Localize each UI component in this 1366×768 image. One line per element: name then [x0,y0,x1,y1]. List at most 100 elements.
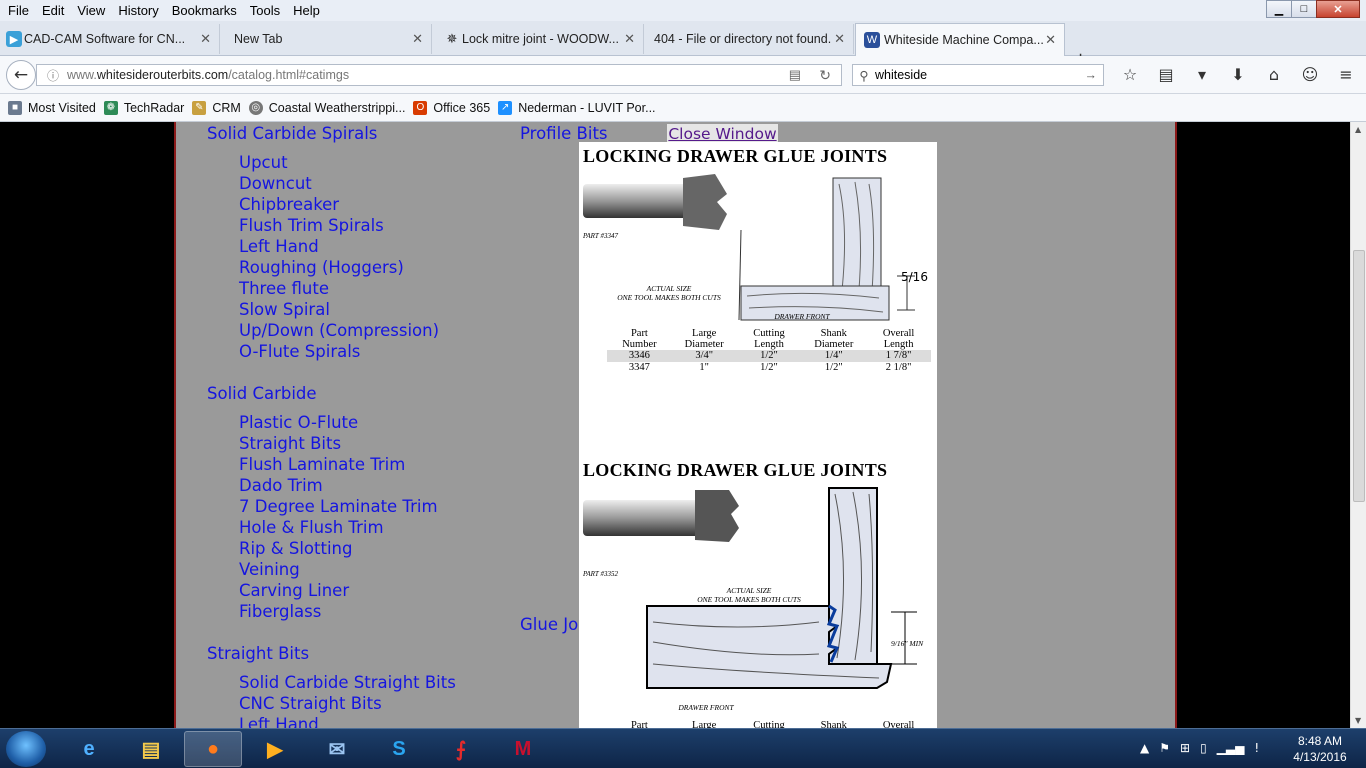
catalog-subcategory-link[interactable]: Slow Spiral [239,300,330,319]
catalog-subcategory-link[interactable]: Carving Liner [239,581,349,600]
start-button[interactable] [6,731,46,767]
url-bar[interactable]: ⓘ www.whitesiderouterbits.com/catalog.ht… [36,64,842,86]
file-explorer-icon[interactable]: ▤ [122,731,180,767]
action-center-icon[interactable]: ⚑ [1159,741,1170,755]
catalog-subcategory-link[interactable]: Dado Trim [239,476,323,495]
catalog-subcategory-link[interactable]: Flush Laminate Trim [239,455,405,474]
tab-woodworking[interactable]: ✵ Lock mitre joint - WOODW... ✕ [440,24,644,54]
info-icon[interactable]: ⓘ [39,67,67,84]
search-input[interactable]: ⚲ whiteside → [852,64,1104,86]
catalog-subcategory-link[interactable]: O-Flute Spirals [239,342,360,361]
table-header: Large [692,720,717,728]
scroll-down-icon[interactable]: ▼ [1355,716,1361,725]
tray-expand-icon[interactable]: ▲ [1140,741,1149,755]
catalog-subcategory-link[interactable]: Solid Carbide Straight Bits [239,673,456,692]
catalog-subcategory-link[interactable]: Flush Trim Spirals [239,216,384,235]
vertical-scrollbar[interactable]: ▲ ▼ [1350,122,1366,728]
tab-title: Whiteside Machine Compa... [884,33,1044,47]
skype-icon[interactable]: S [370,731,428,767]
volume-icon[interactable]: ! [1254,741,1259,755]
catalog-subcategory-link[interactable]: Straight Bits [239,434,341,453]
bookmark-crm[interactable]: ✎ CRM [192,100,241,115]
catalog-subcategory-link[interactable]: Fiberglass [239,602,321,621]
maximize-button[interactable]: □ [1291,0,1317,18]
bookmark-icon: ↗ [498,100,513,115]
tab-404[interactable]: 404 - File or directory not found. ✕ [644,24,854,54]
catalog-subcategory-link[interactable]: Chipbreaker [239,195,339,214]
menu-edit[interactable]: Edit [37,3,69,18]
mcafee-icon[interactable]: M [494,731,552,767]
catalog-category-link[interactable]: Straight Bits [207,644,309,663]
catalog-subcategory-link[interactable]: Three flute [239,279,329,298]
back-arrow-icon[interactable]: ← [6,60,36,90]
tab-cad-cam[interactable]: ▶ CAD-CAM Software for CN... ✕ [2,24,220,54]
catalog-subcategory-link[interactable]: CNC Straight Bits [239,694,382,713]
star-icon[interactable]: ☆ [1112,65,1148,84]
close-window-button[interactable]: ✕ [1316,0,1360,18]
thunderbird-icon[interactable]: ✉ [308,731,366,767]
close-tab-icon[interactable]: ✕ [624,31,635,47]
download-icon[interactable]: ⬇ [1220,65,1256,84]
network-icon[interactable]: ▁▃▅ [1217,741,1245,755]
actual-size-label: ACTUAL SIZE [646,284,692,293]
close-tab-icon[interactable]: ✕ [412,31,423,47]
catalog-subcategory-link[interactable]: Upcut [239,153,288,172]
device-icon[interactable]: ▯ [1200,741,1207,755]
close-tab-icon[interactable]: ✕ [1045,32,1056,48]
catalog-subcategory-link[interactable]: Rip & Slotting [239,539,353,558]
close-tab-icon[interactable]: ✕ [200,31,211,47]
bookmark-coastal[interactable]: ◎ Coastal Weatherstrippi... [248,100,405,115]
menu-history[interactable]: History [113,3,163,18]
catalog-subcategory-link[interactable]: Plastic O-Flute [239,413,358,432]
catalog-category-link[interactable]: Solid Carbide Spirals [207,124,377,143]
header-line: Large [692,328,717,339]
header-line: Length [883,339,914,350]
catalog-subcategory-link[interactable]: Left Hand [239,237,319,256]
media-player-icon[interactable]: ▶ [246,731,304,767]
url-text: www.whitesiderouterbits.com/catalog.html… [67,68,350,82]
search-go-icon[interactable]: → [1085,68,1098,82]
menu-bookmarks[interactable]: Bookmarks [167,3,242,18]
catalog-subcategory-link[interactable]: Roughing (Hoggers) [239,258,404,277]
chat-icon[interactable]: ☺ [1292,65,1328,84]
category-profile-bits[interactable]: Profile Bits [520,124,608,143]
catalog-subcategory-link[interactable]: Downcut [239,174,312,193]
catalog-subcategory-link[interactable]: Hole & Flush Trim [239,518,384,537]
bookmark-most-visited[interactable]: ■ Most Visited [8,100,96,115]
catalog-subcategory-link[interactable]: 7 Degree Laminate Trim [239,497,438,516]
pocket-icon[interactable]: ▾ [1184,65,1220,84]
menu-tools[interactable]: Tools [245,3,285,18]
tab-new[interactable]: New Tab ✕ [220,24,432,54]
category-glue-joints[interactable]: Glue Jo [520,615,578,634]
reader-view-icon[interactable]: ▤ [789,67,801,83]
firefox-icon[interactable]: ● [184,731,242,767]
bookmark-techradar[interactable]: ❁ TechRadar [103,100,184,115]
close-tab-icon[interactable]: ✕ [834,31,845,47]
catalog-category-link[interactable]: Solid Carbide [207,384,317,403]
catalog-subcategory-link[interactable]: Left Hand [239,715,319,728]
bookmark-office365[interactable]: O Office 365 [413,100,490,115]
catalog-subcategory-link[interactable]: Up/Down (Compression) [239,321,439,340]
minimize-button[interactable]: ▁ [1266,0,1292,18]
menu-help[interactable]: Help [288,3,325,18]
bookmark-nederman[interactable]: ↗ Nederman - LUVIT Por... [498,100,656,115]
close-window-link[interactable]: Close Window [667,124,778,144]
hamburger-menu-icon[interactable]: ≡ [1328,65,1364,84]
reading-list-icon[interactable]: ▤ [1148,65,1184,84]
home-icon[interactable]: ⌂ [1256,65,1292,84]
catalog-subcategory-link[interactable]: Veining [239,560,300,579]
scroll-up-icon[interactable]: ▲ [1355,125,1361,134]
menu-view[interactable]: View [72,3,110,18]
tab-whiteside[interactable]: W Whiteside Machine Compa... ✕ [855,23,1065,56]
tab-title: Lock mitre joint - WOODW... [462,32,619,46]
table-cell: 1 7/8" [885,350,912,361]
table-header: Cutting [753,720,785,728]
windows-icon[interactable]: ⊞ [1180,741,1190,755]
clock[interactable]: 8:48 AM 4/13/2016 [1282,733,1358,765]
internet-explorer-icon[interactable]: e [60,731,118,767]
reload-icon[interactable]: ↻ [819,67,831,84]
acrobat-icon[interactable]: ⨍ [432,731,490,767]
menu-file[interactable]: File [3,3,34,18]
scrollbar-thumb[interactable] [1353,250,1365,502]
specs-table: Part Large Cutting Shank Overall [607,720,931,728]
